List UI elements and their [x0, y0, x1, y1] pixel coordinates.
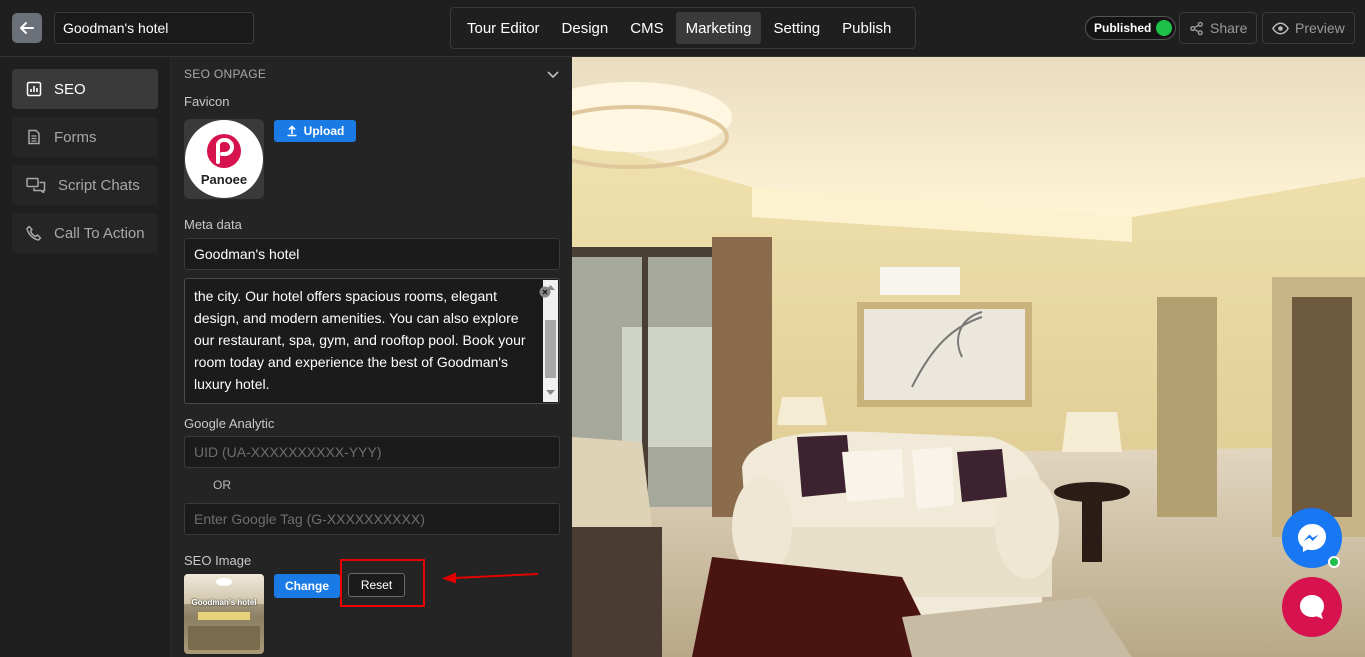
bar-chart-icon: [26, 81, 42, 97]
scroll-thumb[interactable]: [545, 320, 556, 378]
panoee-logo-mark: [207, 133, 241, 168]
thumbnail-logo: [216, 578, 232, 586]
scroll-down-icon[interactable]: [546, 390, 555, 396]
room-panorama: [572, 57, 1365, 657]
tab-design[interactable]: Design: [552, 12, 619, 44]
seo-panel: SEO ONPAGE Favicon Panoee Upload Meta da…: [171, 57, 572, 657]
sidebar-item-script-chats[interactable]: Script Chats: [12, 165, 158, 205]
marketing-sidebar: SEO Forms Script Chats Call To Action: [0, 57, 171, 657]
chat-icon: [26, 177, 46, 193]
live-chat-button[interactable]: [1282, 577, 1342, 637]
sidebar-item-label: SEO: [54, 80, 86, 98]
online-status-dot: [1328, 556, 1340, 568]
clear-icon[interactable]: [539, 286, 551, 298]
panorama-viewer[interactable]: [572, 57, 1365, 657]
tab-setting[interactable]: Setting: [763, 12, 830, 44]
favicon-label: Favicon: [184, 94, 230, 109]
textarea-scrollbar[interactable]: [543, 280, 558, 402]
sidebar-item-seo[interactable]: SEO: [12, 69, 158, 109]
highlight-box: [340, 559, 425, 607]
arrow-left-icon: [20, 22, 34, 34]
seo-image-thumbnail: Goodman's hotel: [184, 574, 264, 654]
analytics-uid-input[interactable]: UID (UA-XXXXXXXXXX-YYY): [184, 436, 560, 468]
sidebar-item-call-to-action[interactable]: Call To Action: [12, 213, 158, 253]
eye-icon: [1272, 22, 1289, 34]
sidebar-item-forms[interactable]: Forms: [12, 117, 158, 157]
upload-label: Upload: [303, 124, 345, 138]
share-icon: [1190, 21, 1203, 35]
meta-description-textarea[interactable]: the city. Our hotel offers spacious room…: [184, 278, 560, 404]
tab-tour-editor[interactable]: Tour Editor: [457, 12, 550, 44]
upload-button[interactable]: Upload: [274, 120, 356, 142]
upload-icon: [287, 125, 297, 137]
tab-marketing[interactable]: Marketing: [675, 12, 762, 44]
chat-bubble-icon: [1300, 595, 1324, 619]
or-label: OR: [213, 478, 231, 492]
annotation-arrow: [442, 572, 539, 584]
preview-button[interactable]: Preview: [1262, 12, 1355, 44]
favicon-logo-text: Panoee: [200, 171, 248, 187]
meta-title-input[interactable]: Goodman's hotel: [184, 238, 560, 270]
share-label: Share: [1210, 20, 1248, 36]
panoee-logo: Panoee: [185, 120, 263, 198]
thumbnail-banner: [198, 612, 250, 620]
sidebar-item-label: Script Chats: [58, 176, 140, 194]
section-title: SEO ONPAGE: [184, 67, 267, 81]
messenger-icon: [1298, 524, 1326, 552]
main-nav-tabs: Tour Editor Design CMS Marketing Setting…: [450, 7, 916, 49]
published-toggle[interactable]: Published: [1085, 16, 1177, 40]
tab-cms[interactable]: CMS: [620, 12, 673, 44]
favicon-preview: Panoee: [184, 119, 264, 199]
thumbnail-floor: [188, 626, 260, 650]
sidebar-item-label: Forms: [54, 128, 97, 146]
published-label: Published: [1094, 21, 1152, 35]
sidebar-item-label: Call To Action: [54, 224, 145, 242]
phone-icon: [26, 225, 42, 241]
meta-data-label: Meta data: [184, 217, 242, 232]
meta-description-text: the city. Our hotel offers spacious room…: [194, 288, 526, 392]
tab-publish[interactable]: Publish: [832, 12, 901, 44]
seo-image-label: SEO Image: [184, 553, 252, 568]
document-icon: [28, 129, 40, 145]
share-button[interactable]: Share: [1179, 12, 1258, 44]
google-analytic-label: Google Analytic: [184, 416, 275, 431]
tour-title-input[interactable]: Goodman's hotel: [54, 12, 254, 44]
change-label: Change: [284, 579, 329, 593]
google-tag-input[interactable]: Enter Google Tag (G-XXXXXXXXXX): [184, 503, 560, 535]
seo-image-caption: Goodman's hotel: [191, 598, 257, 607]
published-status-dot: [1156, 20, 1173, 36]
preview-label: Preview: [1295, 20, 1345, 36]
change-image-button[interactable]: Change: [274, 574, 340, 598]
chevron-down-icon[interactable]: [547, 71, 559, 79]
back-button[interactable]: [12, 13, 42, 43]
top-bar: Goodman's hotel Tour Editor Design CMS M…: [0, 0, 1365, 57]
